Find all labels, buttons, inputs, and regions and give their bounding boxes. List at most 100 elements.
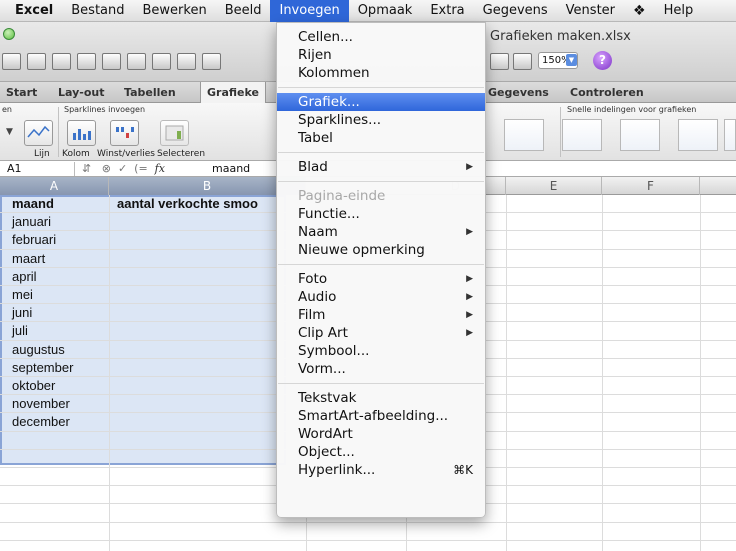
undo-icon[interactable] (202, 53, 221, 70)
open-icon[interactable] (27, 53, 46, 70)
menu-opmaak[interactable]: Opmaak (349, 0, 422, 22)
group-label-left: en (2, 105, 12, 114)
column-header-a[interactable]: A (0, 177, 109, 195)
cell-a[interactable]: april (12, 268, 37, 286)
column-header-f[interactable]: F (602, 177, 700, 195)
menu-item-sparklines[interactable]: Sparklines... (277, 111, 485, 129)
sparkline-line-icon[interactable] (24, 120, 53, 146)
chevron-down-icon[interactable]: ▼ (566, 54, 577, 66)
paste-icon[interactable] (152, 53, 171, 70)
menu-item-label: Nieuwe opmerking (298, 242, 425, 258)
cell-a[interactable]: februari (12, 231, 56, 249)
menu-item-label: Clip Art (298, 325, 348, 341)
cell-a[interactable]: oktober (12, 377, 55, 395)
cell-a[interactable]: december (12, 413, 70, 431)
menu-invoegen[interactable]: Invoegen (270, 0, 349, 22)
cell-a[interactable]: augustus (12, 341, 65, 359)
menu-item-hyperlink[interactable]: Hyperlink... ⌘K (277, 461, 485, 479)
gallery-icon[interactable] (513, 53, 532, 70)
tab-start[interactable]: Start (6, 82, 37, 103)
formula-input[interactable]: maand (212, 161, 250, 177)
cell-b[interactable]: aantal verkochte smoo (117, 195, 258, 213)
menu-item-grafiek[interactable]: Grafiek... (277, 93, 485, 111)
ribbon-label-winst-verlies: Winst/verlies (97, 149, 155, 159)
menu-separator (278, 264, 484, 265)
cell-a[interactable]: maart (12, 250, 45, 268)
cancel-icon[interactable]: ⊗ (102, 162, 111, 175)
name-box[interactable]: A1 (3, 162, 75, 176)
menu-item-tabel[interactable]: Tabel (277, 129, 485, 147)
menu-item-symbool[interactable]: Symbool... (277, 342, 485, 360)
tab-gegevens[interactable]: Gegevens (488, 82, 549, 103)
menu-item-label: Blad (298, 159, 328, 175)
select-data-icon[interactable] (160, 120, 189, 146)
menu-item-rijen[interactable]: Rijen (277, 46, 485, 64)
chevron-updown-icon[interactable]: ⇵ (82, 162, 91, 175)
new-workbook-icon[interactable] (2, 53, 21, 70)
menu-item-blad[interactable]: Blad ▶ (277, 158, 485, 176)
menu-item-nieuwe-opmerking[interactable]: Nieuwe opmerking (277, 241, 485, 259)
group-label-sparklines: Sparklines invoegen (64, 105, 146, 114)
quick-layout-thumb-5[interactable] (724, 119, 736, 151)
menu-venster[interactable]: Venster (557, 0, 624, 22)
column-header-e[interactable]: E (506, 177, 602, 195)
menu-item-vorm[interactable]: Vorm... (277, 360, 485, 378)
cell-a[interactable]: juni (12, 304, 32, 322)
menu-item-naam[interactable]: Naam ▶ (277, 223, 485, 241)
cell-a[interactable]: maand (12, 195, 54, 213)
quick-layout-thumb-4[interactable] (678, 119, 718, 151)
quick-layout-thumb-1[interactable] (504, 119, 544, 151)
menu-bestand[interactable]: Bestand (62, 0, 133, 22)
confirm-icon[interactable]: ✓ (118, 162, 127, 175)
tab-tabellen[interactable]: Tabellen (124, 82, 176, 103)
cut-icon[interactable] (102, 53, 121, 70)
tab-grafieken[interactable]: Grafieke (200, 82, 266, 103)
menu-extra[interactable]: Extra (421, 0, 473, 22)
sparkline-winloss-icon[interactable] (110, 120, 139, 146)
tab-layout[interactable]: Lay-out (58, 82, 104, 103)
equals-icon[interactable]: (= (134, 162, 148, 175)
cell-a[interactable]: mei (12, 286, 33, 304)
quick-layout-thumb-3[interactable] (620, 119, 660, 151)
menu-gegevens[interactable]: Gegevens (474, 0, 557, 22)
print-icon[interactable] (77, 53, 96, 70)
menu-item-kolommen[interactable]: Kolommen (277, 64, 485, 82)
help-icon[interactable]: ? (593, 51, 612, 70)
save-icon[interactable] (52, 53, 71, 70)
sparkline-column-icon[interactable] (67, 120, 96, 146)
menu-beeld[interactable]: Beeld (216, 0, 271, 22)
menu-app-excel[interactable]: Excel (6, 0, 62, 22)
quick-layout-thumb-2[interactable] (562, 119, 602, 151)
grid-column-line (506, 195, 507, 551)
menu-item-film[interactable]: Film ▶ (277, 306, 485, 324)
menu-item-tekstvak[interactable]: Tekstvak (277, 389, 485, 407)
menu-item-audio[interactable]: Audio ▶ (277, 288, 485, 306)
menu-item-foto[interactable]: Foto ▶ (277, 270, 485, 288)
menu-bewerken[interactable]: Bewerken (134, 0, 216, 22)
menu-item-label: WordArt (298, 426, 353, 442)
format-painter-icon[interactable] (177, 53, 196, 70)
menu-item-clip-art[interactable]: Clip Art ▶ (277, 324, 485, 342)
cell-a[interactable]: juli (12, 322, 28, 340)
script-menu-icon[interactable]: ❖ (624, 0, 655, 22)
grid-column-line (109, 195, 110, 551)
cell-a[interactable]: september (12, 359, 73, 377)
menu-item-pagina-einde: Pagina-einde (277, 187, 485, 205)
cell-a[interactable]: januari (12, 213, 51, 231)
menu-item-cellen[interactable]: Cellen... (277, 28, 485, 46)
tab-controleren[interactable]: Controleren (570, 82, 644, 103)
fx-icon[interactable]: fx (155, 162, 165, 175)
ribbon-label-lijn: Lijn (34, 149, 50, 159)
document-title: Grafieken maken.xlsx (490, 29, 631, 44)
menu-help[interactable]: Help (655, 0, 703, 22)
menu-item-smartart-afbeelding[interactable]: SmartArt-afbeelding... (277, 407, 485, 425)
window-zoom-button[interactable] (3, 28, 15, 40)
menu-item-label: Pagina-einde (298, 188, 386, 204)
menu-item-object[interactable]: Object... (277, 443, 485, 461)
copy-icon[interactable] (127, 53, 146, 70)
sidebar-icon[interactable] (490, 53, 509, 70)
cell-a[interactable]: november (12, 395, 70, 413)
menu-item-wordart[interactable]: WordArt (277, 425, 485, 443)
menu-item-functie[interactable]: Functie... (277, 205, 485, 223)
chevron-down-icon[interactable]: ▼ (6, 127, 13, 137)
